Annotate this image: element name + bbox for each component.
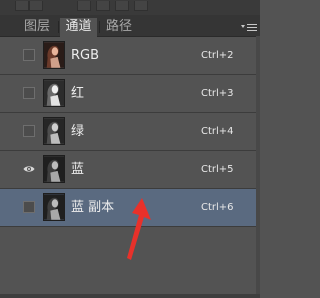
annotation-arrow-icon <box>127 198 151 260</box>
tab-divider <box>58 21 59 33</box>
visibility-toggle[interactable] <box>23 49 35 61</box>
toolbar-button[interactable] <box>77 1 91 11</box>
panel-right-border <box>256 36 260 298</box>
channel-thumbnail-grayscale-image <box>43 117 65 145</box>
tab-layers[interactable]: 图层 <box>22 18 52 36</box>
toolbar-button[interactable] <box>134 1 148 11</box>
channel-thumbnail-color-image <box>43 41 65 69</box>
channel-shortcut: Ctrl+6 <box>201 202 234 213</box>
visibility-toggle[interactable] <box>23 125 35 137</box>
channel-shortcut: Ctrl+4 <box>201 126 234 137</box>
channel-thumbnail-grayscale-image <box>43 155 65 183</box>
toolbar-button[interactable] <box>115 1 129 11</box>
channel-thumbnail-grayscale-image <box>43 79 65 107</box>
visibility-toggle[interactable] <box>23 87 35 99</box>
tab-paths[interactable]: 路径 <box>104 18 134 36</box>
tab-channels[interactable]: 通道 <box>60 18 97 37</box>
toolbar-button[interactable] <box>96 1 110 11</box>
tab-divider <box>99 21 100 33</box>
toolbar-button[interactable] <box>29 1 43 11</box>
channel-name: 蓝 <box>71 162 85 177</box>
channel-shortcut: Ctrl+3 <box>201 88 234 99</box>
channel-row-rgb[interactable]: RGB Ctrl+2 <box>0 37 260 75</box>
channel-thumbnail-grayscale-image <box>43 193 65 221</box>
visibility-toggle[interactable] <box>23 201 35 213</box>
panel-bottom-border <box>0 294 260 298</box>
panel-tab-bar: 图层 通道 路径 <box>0 15 260 37</box>
channel-shortcut: Ctrl+5 <box>201 164 234 175</box>
channel-name: 蓝 副本 <box>71 200 115 215</box>
channel-name: RGB <box>71 48 100 63</box>
panel-menu-icon[interactable] <box>241 23 257 32</box>
channel-row-green[interactable]: 绿 Ctrl+4 <box>0 113 260 151</box>
channel-name: 绿 <box>71 124 85 139</box>
channel-shortcut: Ctrl+2 <box>201 50 234 61</box>
channel-row-red[interactable]: 红 Ctrl+3 <box>0 75 260 113</box>
toolbar-button[interactable] <box>15 1 29 11</box>
eye-icon[interactable] <box>23 163 35 175</box>
top-toolbar-strip <box>0 0 260 15</box>
channel-name: 红 <box>71 86 85 101</box>
channel-row-blue[interactable]: 蓝 Ctrl+5 <box>0 151 260 189</box>
